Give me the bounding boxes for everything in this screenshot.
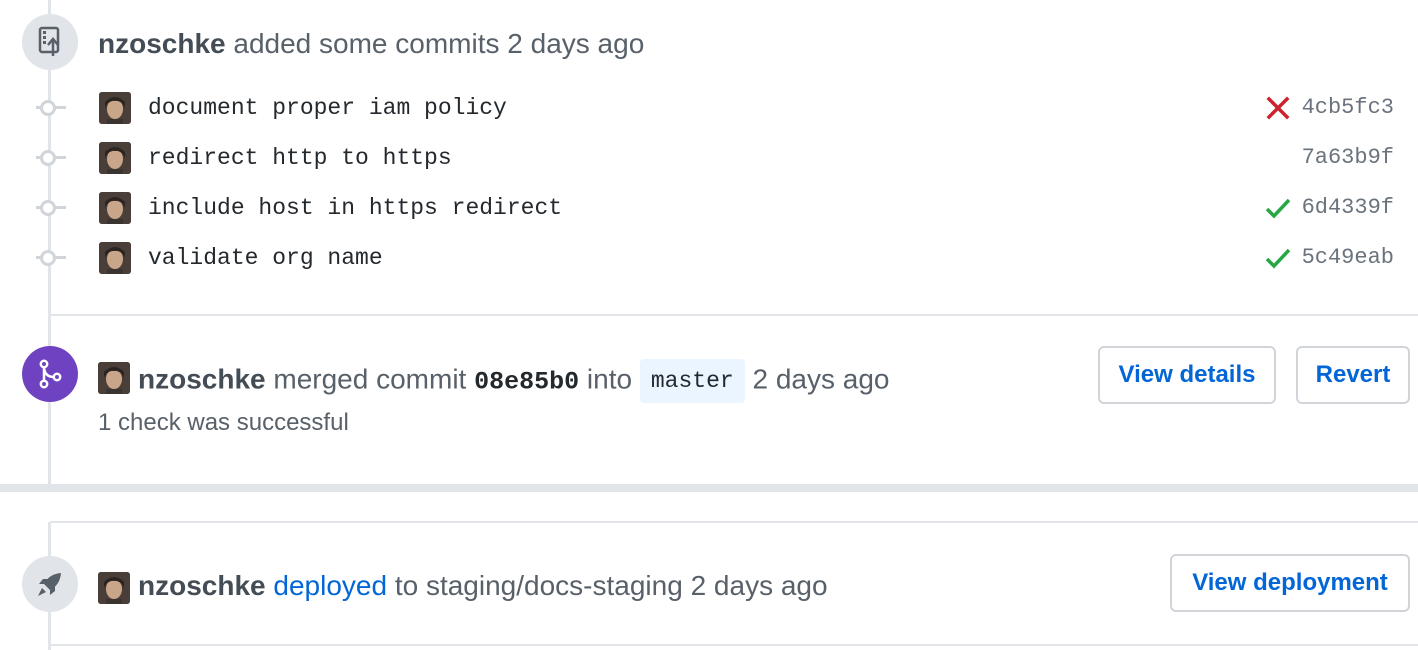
view-details-button[interactable]: View details <box>1098 346 1276 404</box>
event-action: merged commit <box>273 363 467 395</box>
git-commit-icon <box>40 150 56 166</box>
avatar[interactable] <box>99 142 131 174</box>
divider <box>50 314 1418 316</box>
x-icon[interactable] <box>1264 94 1292 122</box>
commits-event-headline: nzoschke added some commits 2 days ago <box>98 27 644 61</box>
commit-message[interactable]: include host in https redirect <box>148 193 562 223</box>
timeline-gap <box>0 484 1418 492</box>
commit-sha[interactable]: 4cb5fc3 <box>1302 93 1394 123</box>
commit-sha[interactable]: 7a63b9f <box>1302 143 1394 173</box>
deployed-link[interactable]: deployed <box>273 570 387 601</box>
check-icon[interactable] <box>1264 244 1292 272</box>
avatar[interactable] <box>98 362 130 394</box>
checks-summary: 1 check was successful <box>98 409 349 436</box>
event-time[interactable]: 2 days ago <box>691 570 828 601</box>
git-commit-icon <box>40 200 56 216</box>
rocket-icon <box>22 556 78 612</box>
avatar[interactable] <box>99 192 131 224</box>
avatar[interactable] <box>99 92 131 124</box>
git-commit-icon <box>40 250 56 266</box>
event-time[interactable]: 2 days ago <box>752 363 889 394</box>
merge-into-text: into <box>586 363 633 395</box>
check-icon[interactable] <box>1264 194 1292 222</box>
author-link[interactable]: nzoschke <box>98 28 226 59</box>
view-deployment-button[interactable]: View deployment <box>1170 554 1410 612</box>
git-commit-icon <box>40 100 56 116</box>
git-merge-icon <box>22 346 78 402</box>
event-time[interactable]: 2 days ago <box>507 28 644 59</box>
avatar[interactable] <box>98 572 130 604</box>
divider <box>50 644 1418 646</box>
author-link[interactable]: nzoschke <box>138 570 266 601</box>
avatar[interactable] <box>99 242 131 274</box>
branch-label[interactable]: master <box>639 359 745 403</box>
commit-message[interactable]: document proper iam policy <box>148 93 507 123</box>
deploy-event-headline: nzoschke deployed to staging/docs-stagin… <box>138 569 828 603</box>
commit-message[interactable]: redirect http to https <box>148 143 452 173</box>
commit-message[interactable]: validate org name <box>148 243 383 273</box>
deploy-target: to staging/docs-staging <box>394 570 683 601</box>
author-link[interactable]: nzoschke <box>138 363 266 394</box>
event-action: added some commits <box>233 28 500 59</box>
timeline-line-top <box>48 0 51 484</box>
repo-push-icon <box>22 14 78 70</box>
divider <box>50 521 1418 523</box>
commit-sha[interactable]: 5c49eab <box>1302 243 1394 273</box>
merge-event-headline: nzoschke merged commit 08e85b0 into mast… <box>138 359 889 403</box>
merge-commit-sha[interactable]: 08e85b0 <box>474 367 579 396</box>
commit-sha[interactable]: 6d4339f <box>1302 193 1394 223</box>
revert-button[interactable]: Revert <box>1296 346 1410 404</box>
